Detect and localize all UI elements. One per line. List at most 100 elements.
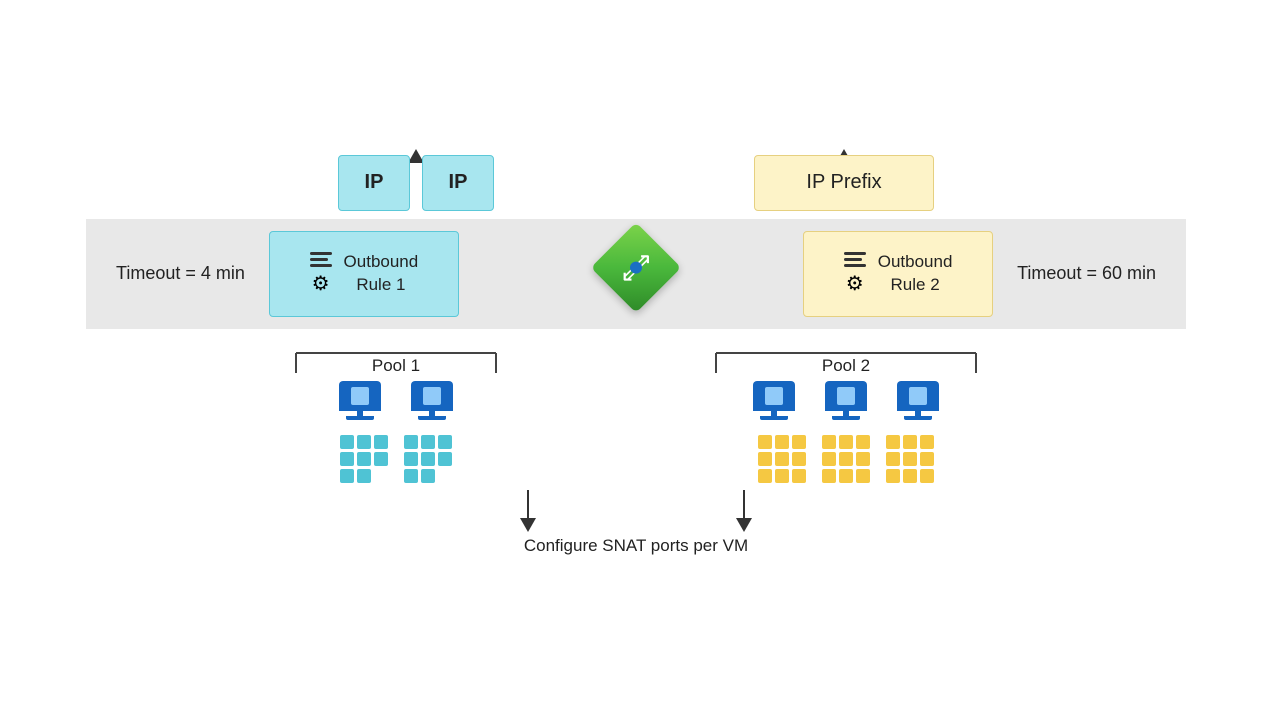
port-grid-vm3 xyxy=(758,435,806,486)
vm-icon-3 xyxy=(748,381,800,425)
port-cell xyxy=(404,435,418,449)
port-cell xyxy=(886,469,900,483)
port-cell xyxy=(886,452,900,466)
vm-stand-5 xyxy=(915,411,921,416)
port-cell xyxy=(758,469,772,483)
port-cell xyxy=(775,435,789,449)
port-grids-pool1 xyxy=(340,435,452,483)
arrow-down-left xyxy=(520,490,536,532)
arrow-down-right xyxy=(736,490,752,532)
vm-base-2 xyxy=(418,416,446,420)
vm-screen-4 xyxy=(825,381,867,411)
vm-cube-5 xyxy=(909,387,927,405)
port-grid-vm2 xyxy=(404,435,452,483)
port-cell xyxy=(920,435,934,449)
vm-base-1 xyxy=(346,416,374,420)
rule-2-lines xyxy=(844,252,866,267)
port-cell xyxy=(903,469,917,483)
vm-screen-3 xyxy=(753,381,795,411)
port-cell xyxy=(758,452,772,466)
svg-text:Pool 2: Pool 2 xyxy=(822,356,870,375)
port-cell xyxy=(340,435,354,449)
ip-group-right: IP Prefix xyxy=(754,149,934,211)
rule-2-icon: ⚙ xyxy=(844,252,866,296)
ip-prefix-box: IP Prefix xyxy=(754,155,934,211)
rule-line-3 xyxy=(310,264,332,267)
port-cell xyxy=(856,452,870,466)
port-cell xyxy=(792,452,806,466)
vm-cube-3 xyxy=(765,387,783,405)
vm-row-pool1 xyxy=(334,381,458,425)
port-cell xyxy=(886,435,900,449)
rule-line-2 xyxy=(310,258,328,261)
configure-snat-label: Configure SNAT ports per VM xyxy=(524,536,748,556)
top-section: IP IP IP Prefix xyxy=(86,149,1186,211)
traffic-manager-diamond: ⟺ xyxy=(604,235,668,299)
outbound-rule-1-box: ⚙ OutboundRule 1 xyxy=(269,231,459,317)
port-grid-vm5 xyxy=(886,435,934,486)
vm-row-pool2 xyxy=(748,381,944,425)
pools-section: Pool 1 xyxy=(86,349,1186,486)
main-diagram: IP IP IP Prefix ⟺ Timeout = 4 min xyxy=(86,149,1186,556)
port-cell xyxy=(822,469,836,483)
arrowhead-down-right xyxy=(736,518,752,532)
port-cell xyxy=(421,435,435,449)
port-cell xyxy=(404,469,418,483)
pool-2-group: Pool 2 xyxy=(706,349,986,486)
gear-icon-2: ⚙ xyxy=(846,271,864,296)
vm-screen-1 xyxy=(339,381,381,411)
port-cell xyxy=(839,435,853,449)
rule-line-1 xyxy=(310,252,332,255)
arrowhead-down-left xyxy=(520,518,536,532)
port-cell xyxy=(920,469,934,483)
svg-text:Pool 1: Pool 1 xyxy=(372,356,420,375)
port-cell xyxy=(903,452,917,466)
port-cell xyxy=(357,469,371,483)
diamond-shape: ⟺ xyxy=(591,222,682,313)
vm-stand-4 xyxy=(843,411,849,416)
port-cell xyxy=(792,469,806,483)
bottom-arrows-section xyxy=(86,490,1186,532)
port-cell xyxy=(438,452,452,466)
timeout-label-left: Timeout = 4 min xyxy=(116,263,245,284)
port-cell xyxy=(357,435,371,449)
vm-base-3 xyxy=(760,416,788,420)
port-cell xyxy=(856,435,870,449)
vm-stand-2 xyxy=(429,411,435,416)
port-cell xyxy=(792,435,806,449)
gear-icon-1: ⚙ xyxy=(312,271,330,296)
port-cell xyxy=(822,435,836,449)
port-cell xyxy=(903,435,917,449)
port-cell xyxy=(758,435,772,449)
port-cell xyxy=(438,435,452,449)
port-cell xyxy=(856,469,870,483)
port-grid-vm4 xyxy=(822,435,870,486)
port-cell xyxy=(404,452,418,466)
left-rules-side: Timeout = 4 min ⚙ OutboundRule 1 xyxy=(116,231,459,317)
ip-boxes: IP IP xyxy=(338,155,494,211)
vm-screen-2 xyxy=(411,381,453,411)
port-cell xyxy=(374,435,388,449)
vm-cube-4 xyxy=(837,387,855,405)
vm-icon-1 xyxy=(334,381,386,425)
port-cell xyxy=(839,452,853,466)
timeout-label-right: Timeout = 60 min xyxy=(1017,263,1156,284)
ip-group-left: IP IP xyxy=(338,149,494,211)
vm-base-5 xyxy=(904,416,932,420)
port-cell xyxy=(775,469,789,483)
outbound-rule-1-label: OutboundRule 1 xyxy=(344,251,419,295)
vm-cube-2 xyxy=(423,387,441,405)
vm-icon-5 xyxy=(892,381,944,425)
ip-box-1: IP xyxy=(338,155,410,211)
vm-screen-5 xyxy=(897,381,939,411)
vm-stand-3 xyxy=(771,411,777,416)
port-grids-pool2 xyxy=(758,435,934,486)
outbound-rule-2-box: ⚙ OutboundRule 2 xyxy=(803,231,993,317)
pool-2-bracket: Pool 2 xyxy=(706,349,986,377)
vm-base-4 xyxy=(832,416,860,420)
diamond-dot xyxy=(630,261,642,273)
pool-1-bracket: Pool 1 xyxy=(286,349,506,377)
outbound-rule-2-label: OutboundRule 2 xyxy=(878,251,953,295)
vm-cube-1 xyxy=(351,387,369,405)
port-cell xyxy=(421,452,435,466)
